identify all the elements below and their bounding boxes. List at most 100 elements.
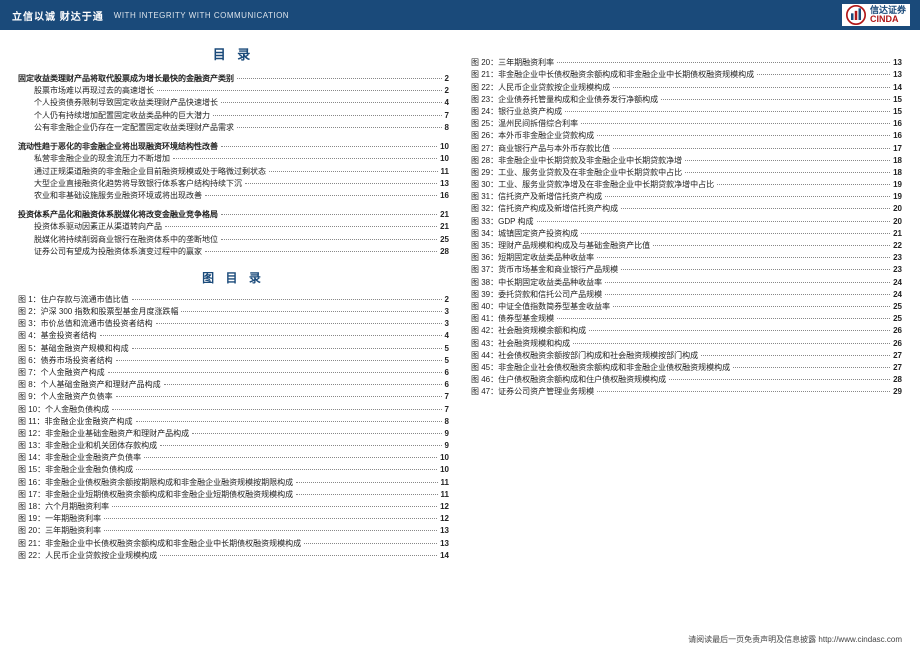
toc-label: 图 15：非金融企业金融负债构成 (18, 464, 133, 475)
toc-page: 28 (440, 247, 449, 256)
toc-page: 11 (441, 167, 449, 176)
toc-label: 图 32：信托资产构成及新增信托资产构成 (471, 203, 618, 214)
toc-leader (573, 343, 890, 344)
toc-entry: 图 36：短期固定收益类品种收益率 23 (471, 252, 902, 263)
toc-label: 图 43：社会融资规模和构成 (471, 338, 570, 349)
toc-page: 28 (893, 375, 902, 384)
toc-leader (653, 245, 890, 246)
toc-entry: 图 17：非金融企业短期债权融资余额构成和非金融企业短期债权融资规模构成11 (18, 489, 449, 500)
toc-label: 个人仍有持续增加配置固定收益类品种的巨大潜力 (18, 110, 210, 121)
toc-page: 13 (893, 70, 902, 79)
toc-leader (661, 99, 890, 100)
toc-leader (237, 78, 442, 79)
toc-leader (581, 233, 890, 234)
toc-page: 7 (445, 405, 449, 414)
toc-page: 4 (445, 98, 449, 107)
toc-entry: 图 42：社会融资规模余额和构成26 (471, 325, 902, 336)
toc-entry: 图 20：三年期融资利率13 (471, 57, 902, 68)
toc-leader (589, 330, 890, 331)
toc-leader (108, 372, 442, 373)
toc-page: 25 (893, 314, 902, 323)
toc-entry: 图 34：城镇固定资产投资构成 21 (471, 228, 902, 239)
toc-page: 2 (445, 295, 449, 304)
toc-page: 18 (893, 156, 902, 165)
toc-page: 2 (445, 74, 449, 83)
toc-entry: 个人仍有持续增加配置固定收益类品种的巨大潜力7 (18, 110, 449, 121)
toc-label: 图 19：一年期融资利率 (18, 513, 101, 524)
toc-page: 21 (893, 229, 902, 238)
toc-label: 图 6：债券市场投资者结构 (18, 355, 113, 366)
toc-page: 5 (445, 356, 449, 365)
toc-label: 图 4：基金投资者结构 (18, 330, 97, 341)
toc-leader (296, 494, 437, 495)
toc-leader (701, 355, 890, 356)
toc-leader (685, 160, 890, 161)
toc-label: 图 11：非金融企业金融资产构成 (18, 416, 133, 427)
toc-page: 10 (440, 453, 449, 462)
toc-label: 图 5：基础金融资产规模和构成 (18, 343, 129, 354)
toc-page: 15 (893, 95, 902, 104)
toc-label: 图 30：工业、服务业贷款净增及在非金融企业中长期贷款净增中占比 (471, 179, 714, 190)
toc-page: 12 (440, 514, 449, 523)
toc-label: 图 22：人民币企业贷款按企业规模构成 (471, 82, 610, 93)
toc-leader (116, 396, 442, 397)
toc-entry: 投资体系产品化和融资体系脱媒化将改变金融业竞争格局21 (18, 209, 449, 220)
toc-leader (136, 421, 442, 422)
toc-entry: 图 21：非金融企业中长债权融资余额构成和非金融企业中长期债权融资规模构成13 (18, 538, 449, 549)
toc-label: 图 25：温州民间拆借综合利率 (471, 118, 578, 129)
toc-page: 29 (893, 387, 902, 396)
toc-label: 图 45：非金融企业社会债权融资余额构成和非金融企业债权融资规模构成 (471, 362, 730, 373)
toc-entry: 图 8：个人基础金融资产和理财产品构成6 (18, 379, 449, 390)
toc-leader (304, 543, 437, 544)
toc-leader (613, 306, 890, 307)
toc-label: 图 34：城镇固定资产投资构成 (471, 228, 578, 239)
toc-leader (757, 74, 890, 75)
toc-page: 27 (893, 351, 902, 360)
toc-label: 公有非金融企业仍存在一定配置固定收益类理财产品需求 (18, 122, 234, 133)
toc-leader (221, 214, 437, 215)
toc-page: 13 (440, 179, 449, 188)
toc-leader (192, 433, 441, 434)
toc-label: 图 18：六个月期融资利率 (18, 501, 109, 512)
toc-page: 22 (893, 241, 902, 250)
toc-leader (100, 335, 442, 336)
toc-entry: 图 16：非金融企业债权融资余额按期限构成和非金融企业融资规模按期限构成11 (18, 477, 449, 488)
toc-label: 图 40：中证全值指数简券型基金收益率 (471, 301, 610, 312)
toc-leader (112, 506, 437, 507)
toc-entry: 图 10：个人金融负债构成7 (18, 404, 449, 415)
toc-entry: 图 47：证券公司资产管理业务规模 29 (471, 386, 902, 397)
toc-entry: 流动性趋于恶化的非金融企业将出现融资环境结构性改善10 (18, 141, 449, 152)
toc-label: 图 41：债券型基金规模 (471, 313, 554, 324)
toc-label: 图 36：短期固定收益类品种收益率 (471, 252, 594, 263)
toc-page: 23 (893, 253, 902, 262)
toc-label: 私营非金融企业的现金流压力不断增加 (18, 153, 170, 164)
toc-leader (296, 482, 437, 483)
toc-leader (581, 123, 890, 124)
toc-entry: 图 41：债券型基金规模 25 (471, 313, 902, 324)
toc-label: 图 27：商业银行产品与本外币存款比值 (471, 143, 610, 154)
toc-label: 脱媒化将持续削弱商业银行在融资体系中的垄断地位 (18, 234, 218, 245)
toc-page: 24 (893, 278, 902, 287)
toc-leader (221, 146, 437, 147)
toc-page: 16 (440, 191, 449, 200)
page-body: 目 录 固定收益类理财产品将取代股票成为增长最快的金融资产类别2股票市场难以再现… (0, 30, 920, 566)
toc-label: 股票市场难以再现过去的高速增长 (18, 85, 154, 96)
cinda-logo-icon (846, 5, 866, 25)
contents-title: 目 录 (18, 44, 449, 63)
toc-entry: 图 28：非金融企业中长期贷款及非金融企业中长期贷款净增18 (471, 155, 902, 166)
page-header: 立信以诚 财达于通 WITH INTEGRITY WITH COMMUNICAT… (0, 0, 920, 30)
toc-label: 图 29：工业、服务业贷款及在非金融企业中长期贷款中占比 (471, 167, 682, 178)
toc-entry: 图 20：三年期融资利率13 (18, 525, 449, 536)
toc-page: 24 (893, 290, 902, 299)
toc-page: 2 (445, 86, 449, 95)
toc-label: 图 47：证券公司资产管理业务规模 (471, 386, 594, 397)
toc-page: 16 (893, 119, 902, 128)
toc-label: 图 3：市价总值和流通市值投资者结构 (18, 318, 153, 329)
toc-label: 证券公司有望成为投融资体系演变过程中的赢家 (18, 246, 202, 257)
toc-entry: 大型企业直接融资化趋势将导致银行体系客户结构持续下沉13 (18, 178, 449, 189)
toc-label: 图 1：住户存款与流通市值比值 (18, 294, 129, 305)
toc-page: 19 (893, 180, 902, 189)
toc-page: 16 (893, 131, 902, 140)
toc-leader (613, 148, 890, 149)
toc-label: 图 22：人民币企业贷款按企业规模构成 (18, 550, 157, 561)
